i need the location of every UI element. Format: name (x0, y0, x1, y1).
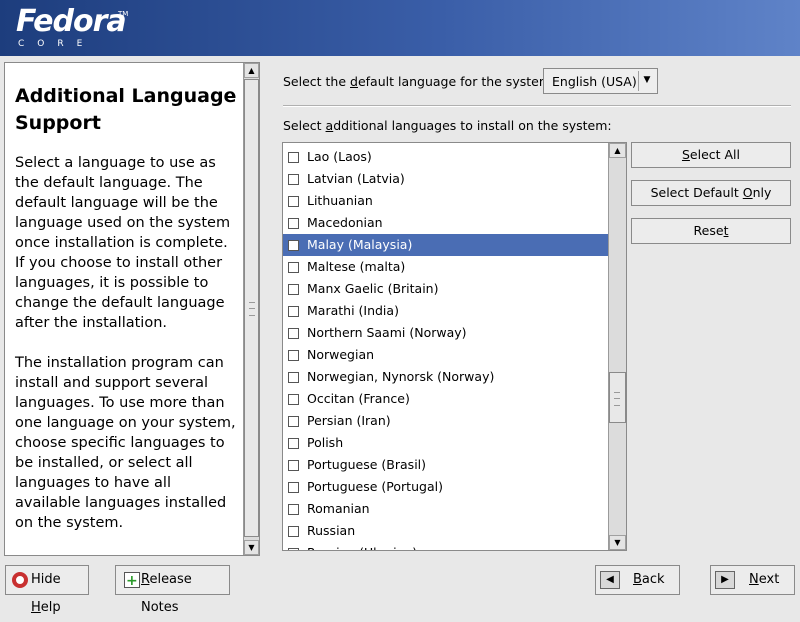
language-label: Marathi (India) (307, 303, 399, 318)
hide-help-button[interactable]: Hide Help (5, 565, 89, 615)
language-label: Macedonian (307, 215, 383, 230)
language-list-items: Lao (Laos) Latvian (Latvia) Lithuanian Mace… (283, 146, 608, 550)
lifebuoy-icon (12, 572, 28, 588)
language-label: Maltese (malta) (307, 259, 406, 274)
language-checkbox[interactable] (288, 240, 299, 251)
help-content: Additional Language Support Select a lan… (5, 63, 243, 555)
language-row[interactable]: Russian (Ukraine) (283, 542, 608, 550)
language-checkbox[interactable] (288, 526, 299, 537)
language-row[interactable]: Marathi (India) (283, 300, 608, 322)
language-checkbox[interactable] (288, 394, 299, 405)
language-label: Norwegian (307, 347, 375, 362)
help-paragraph: Select a language to use as the default … (15, 155, 231, 331)
language-row[interactable]: Lithuanian (283, 190, 608, 212)
language-label: Norwegian, Nynorsk (Norway) (307, 369, 495, 384)
language-label: Manx Gaelic (Britain) (307, 281, 439, 296)
back-arrow-icon: ◀ (600, 571, 620, 589)
language-row[interactable]: Maltese (malta) (283, 256, 608, 278)
default-language-select[interactable]: English (USA) ▼ (543, 68, 658, 94)
scroll-down-icon[interactable]: ▼ (244, 540, 259, 555)
reset-button[interactable]: Reset (631, 218, 791, 244)
language-label: Northern Saami (Norway) (307, 325, 467, 340)
language-list[interactable]: Lao (Laos) Latvian (Latvia) Lithuanian Mace… (282, 142, 627, 551)
select-default-only-button[interactable]: Select Default Only (631, 180, 791, 206)
language-checkbox[interactable] (288, 196, 299, 207)
language-label: Lao (Laos) (307, 149, 372, 164)
language-row[interactable]: Russian (283, 520, 608, 542)
language-label: Portuguese (Portugal) (307, 479, 443, 494)
help-paragraph: The installation program can install and… (15, 355, 236, 531)
language-row[interactable]: Lao (Laos) (283, 146, 608, 168)
language-checkbox[interactable] (288, 482, 299, 493)
language-label: Russian (Ukraine) (307, 542, 417, 550)
help-title: Additional Language Support (15, 85, 237, 134)
language-checkbox[interactable] (288, 306, 299, 317)
language-row[interactable]: Portuguese (Portugal) (283, 476, 608, 498)
language-checkbox[interactable] (288, 262, 299, 273)
fedora-logo: Fedora (16, 4, 127, 39)
next-arrow-icon: ▶ (715, 571, 735, 589)
chevron-down-icon[interactable]: ▼ (638, 71, 655, 91)
list-scrollbar[interactable]: ▲ ▼ (608, 143, 626, 550)
language-row[interactable]: Northern Saami (Norway) (283, 322, 608, 344)
default-language-value: English (USA) (552, 74, 637, 89)
language-label: Portuguese (Brasil) (307, 457, 427, 472)
scroll-down-icon[interactable]: ▼ (609, 535, 626, 550)
language-label: Romanian (307, 501, 370, 516)
language-checkbox[interactable] (288, 416, 299, 427)
language-checkbox[interactable] (288, 460, 299, 471)
language-label: Latvian (Latvia) (307, 171, 405, 186)
language-checkbox[interactable] (288, 372, 299, 383)
language-row[interactable]: Macedonian (283, 212, 608, 234)
language-row[interactable]: Manx Gaelic (Britain) (283, 278, 608, 300)
help-panel: Additional Language Support Select a lan… (4, 62, 260, 556)
list-scroll-thumb[interactable] (609, 372, 626, 423)
language-row[interactable]: Romanian (283, 498, 608, 520)
default-language-label: Select the default language for the syst… (283, 74, 556, 89)
language-row[interactable]: Norwegian (283, 344, 608, 366)
language-row[interactable]: Occitan (France) (283, 388, 608, 410)
additional-languages-label: Select additional languages to install o… (283, 118, 612, 133)
release-notes-button[interactable]: Release Notes (115, 565, 230, 615)
language-row[interactable]: Malay (Malaysia) (283, 234, 608, 256)
language-checkbox[interactable] (288, 548, 299, 550)
language-checkbox[interactable] (288, 328, 299, 339)
language-row[interactable]: Persian (Iran) (283, 410, 608, 432)
notes-icon (124, 567, 140, 595)
language-row[interactable]: Portuguese (Brasil) (283, 454, 608, 476)
language-label: Persian (Iran) (307, 413, 391, 428)
language-checkbox[interactable] (288, 438, 299, 449)
language-row[interactable]: Norwegian, Nynorsk (Norway) (283, 366, 608, 388)
trademark: TM (118, 10, 129, 18)
language-label: Malay (Malaysia) (307, 237, 413, 252)
core-wordmark: CORE (18, 39, 96, 49)
language-checkbox[interactable] (288, 350, 299, 361)
language-checkbox[interactable] (288, 504, 299, 515)
back-button[interactable]: ◀ Back (595, 565, 680, 595)
language-label: Russian (307, 523, 356, 538)
next-button[interactable]: ▶ Next (710, 565, 795, 595)
language-row[interactable]: Latvian (Latvia) (283, 168, 608, 190)
language-checkbox[interactable] (288, 174, 299, 185)
language-checkbox[interactable] (288, 284, 299, 295)
scroll-up-icon[interactable]: ▲ (244, 63, 259, 78)
language-label: Lithuanian (307, 193, 373, 208)
help-scrollbar[interactable]: ▲ ▼ (243, 63, 259, 555)
language-label: Polish (307, 435, 344, 450)
help-scroll-thumb[interactable] (244, 79, 259, 537)
language-checkbox[interactable] (288, 218, 299, 229)
separator (283, 105, 791, 107)
language-row[interactable]: Polish (283, 432, 608, 454)
language-checkbox[interactable] (288, 152, 299, 163)
language-label: Occitan (France) (307, 391, 410, 406)
header-banner: Fedora TM CORE (0, 0, 800, 56)
scroll-up-icon[interactable]: ▲ (609, 143, 626, 158)
select-all-button[interactable]: Select All (631, 142, 791, 168)
